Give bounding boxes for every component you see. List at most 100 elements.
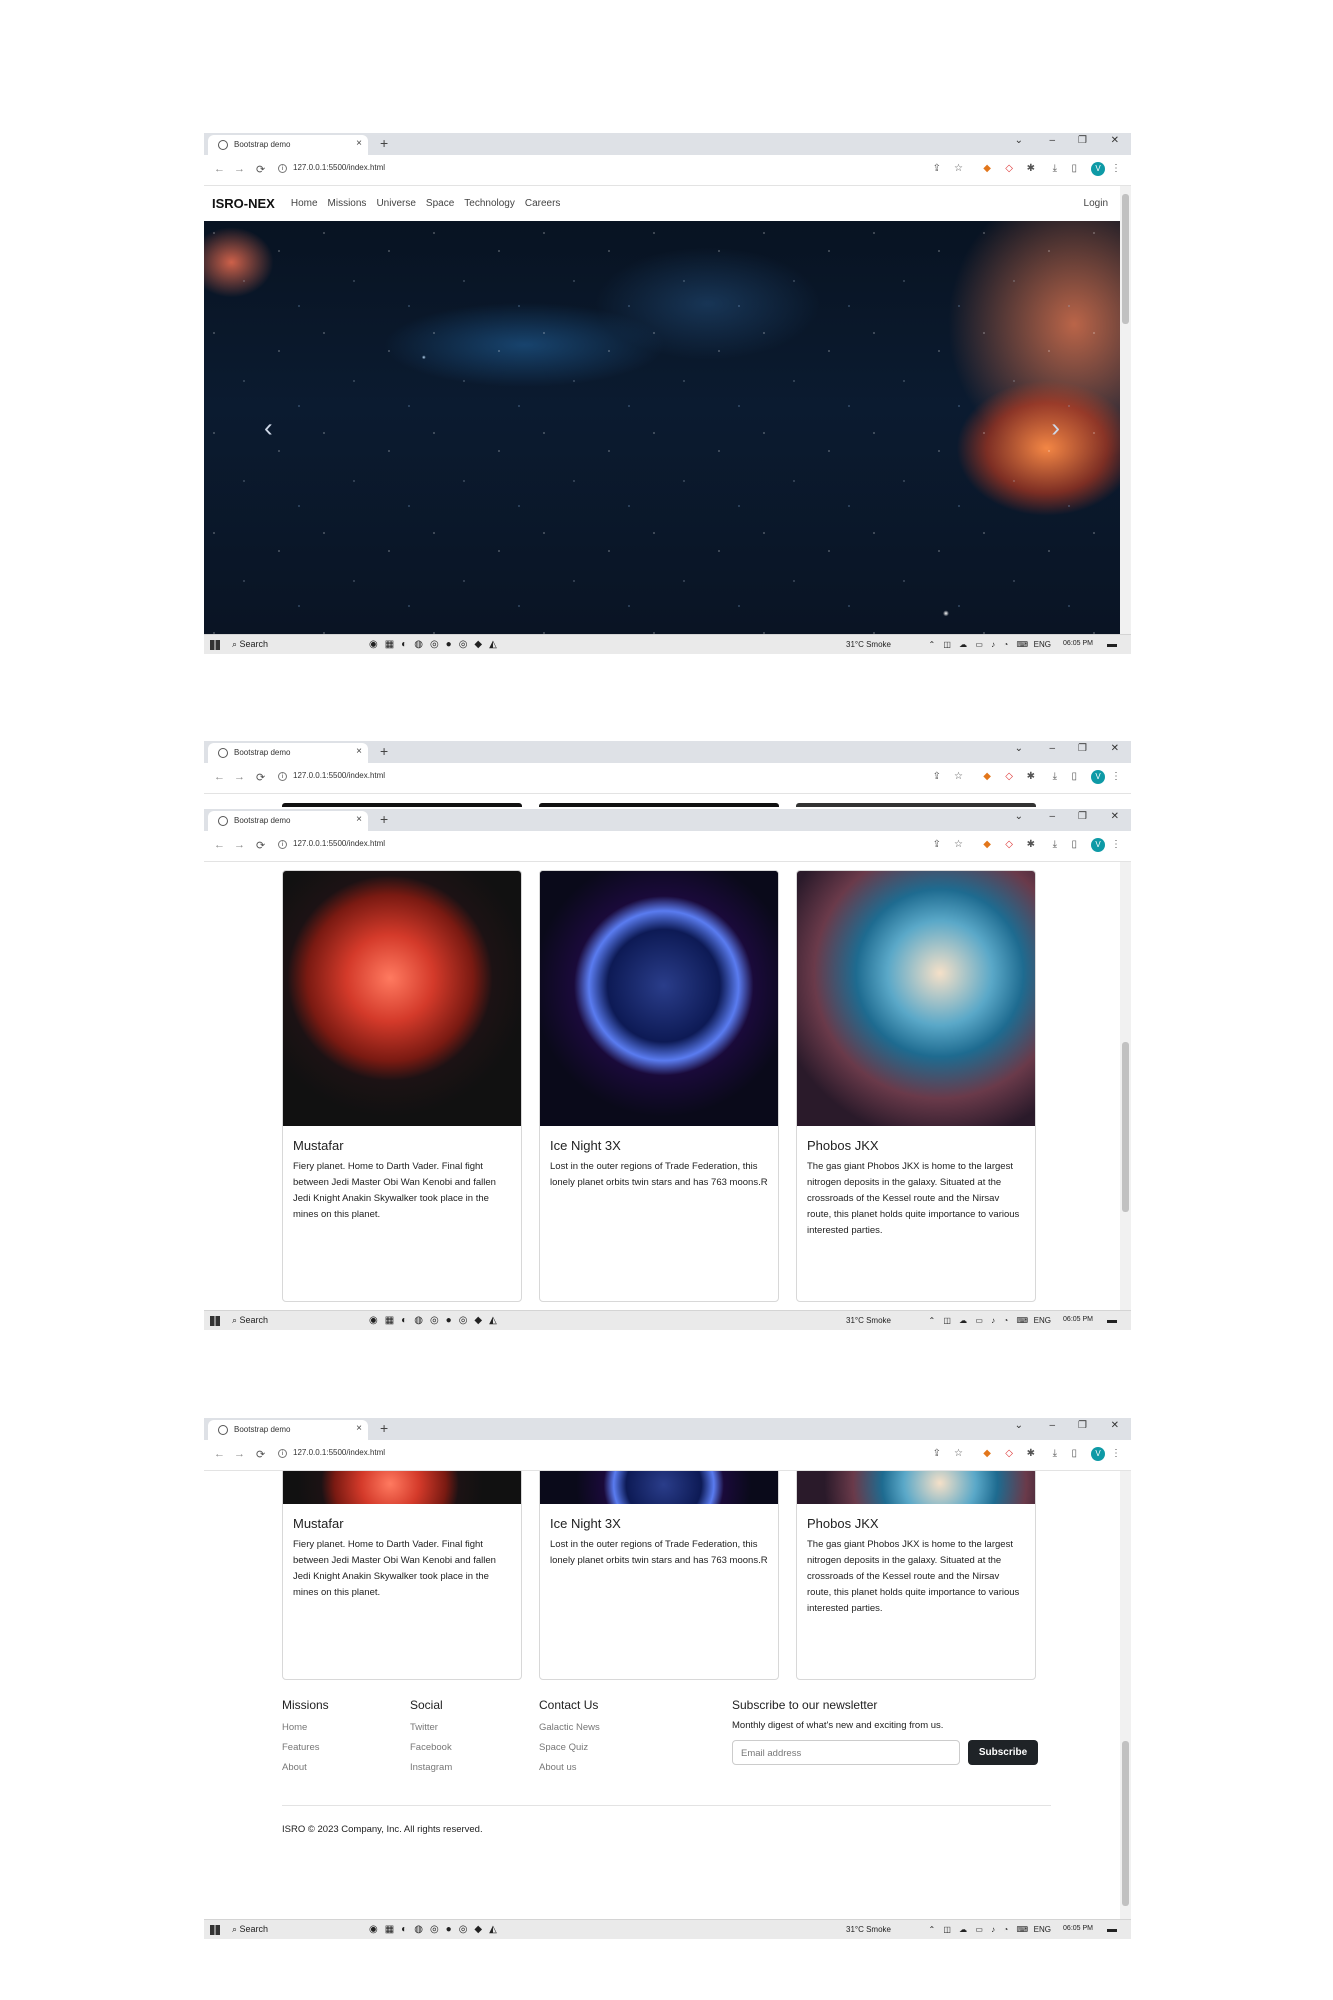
forward-icon[interactable]: →: [234, 163, 245, 175]
scrollbar-thumb[interactable]: [1122, 1741, 1129, 1906]
share-icon[interactable]: ⇪: [933, 839, 941, 850]
address-bar[interactable]: i 127.0.0.1:5500/index.html: [278, 163, 385, 173]
weather-widget[interactable]: 31°C Smoke: [846, 640, 891, 649]
browser-tab[interactable]: Bootstrap demo ×: [208, 1420, 368, 1440]
menu-icon[interactable]: ⋮: [1111, 839, 1121, 850]
extension-icon[interactable]: ◇: [1005, 163, 1013, 174]
reload-icon[interactable]: ⟳: [256, 1448, 265, 1461]
menu-icon[interactable]: ⋮: [1111, 771, 1121, 782]
taskbar-search[interactable]: ⌕ Search: [232, 1315, 268, 1326]
back-icon[interactable]: ←: [214, 771, 225, 783]
close-window-icon[interactable]: ✕: [1111, 743, 1119, 754]
taskbar-search[interactable]: ⌕ Search: [232, 1924, 268, 1935]
close-tab-icon[interactable]: ×: [356, 814, 362, 825]
taskbar-app-icons[interactable]: ◉▦◐◍◎●◎◆◭: [369, 1315, 504, 1326]
address-bar[interactable]: i 127.0.0.1:5500/index.html: [278, 771, 385, 781]
footer-link-facebook[interactable]: Facebook: [410, 1742, 452, 1753]
new-tab-icon[interactable]: +: [380, 743, 388, 759]
taskbar-search[interactable]: ⌕ Search: [232, 639, 268, 650]
weather-widget[interactable]: 31°C Smoke: [846, 1925, 891, 1934]
download-icon[interactable]: ⤓: [1053, 839, 1057, 850]
back-icon[interactable]: ←: [214, 163, 225, 175]
notification-icon[interactable]: ▬: [1107, 1315, 1117, 1326]
card-phobos[interactable]: Phobos JKX The gas giant Phobos JKX is h…: [796, 870, 1036, 1302]
clock[interactable]: 06:05 PM: [1063, 1316, 1093, 1323]
nav-space[interactable]: Space: [426, 198, 454, 209]
back-icon[interactable]: ←: [214, 1448, 225, 1460]
restore-icon[interactable]: ❐: [1078, 811, 1087, 822]
puzzle-icon[interactable]: ✱: [1027, 1448, 1035, 1459]
brand-logo[interactable]: ISRO-NEX: [212, 196, 275, 211]
minimize-icon[interactable]: –: [1049, 135, 1055, 146]
clock[interactable]: 06:05 PM: [1063, 1925, 1093, 1932]
reload-icon[interactable]: ⟳: [256, 839, 265, 852]
tab-search-icon[interactable]: ⌄: [1015, 1420, 1023, 1431]
puzzle-icon[interactable]: ✱: [1027, 771, 1035, 782]
share-icon[interactable]: ⇪: [933, 163, 941, 174]
close-window-icon[interactable]: ✕: [1111, 135, 1119, 146]
nav-missions[interactable]: Missions: [328, 198, 367, 209]
sidepanel-icon[interactable]: ▯: [1071, 163, 1077, 174]
menu-icon[interactable]: ⋮: [1111, 163, 1121, 174]
fox-extension-icon[interactable]: ◆: [983, 771, 991, 782]
star-icon[interactable]: ☆: [954, 1448, 963, 1459]
share-icon[interactable]: ⇪: [933, 771, 941, 782]
restore-icon[interactable]: ❐: [1078, 743, 1087, 754]
nav-technology[interactable]: Technology: [464, 198, 515, 209]
taskbar-app-icons[interactable]: ◉▦◐◍◎●◎◆◭: [369, 1924, 504, 1935]
reload-icon[interactable]: ⟳: [256, 163, 265, 176]
card-phobos[interactable]: Phobos JKX The gas giant Phobos JKX is h…: [796, 1471, 1036, 1680]
system-tray-icons[interactable]: ⌃ ◫ ☁ ▭ ♪ ◔ ⌨: [928, 1925, 1031, 1934]
scrollbar-thumb[interactable]: [1122, 1042, 1129, 1212]
footer-link-galactic-news[interactable]: Galactic News: [539, 1722, 600, 1733]
fox-extension-icon[interactable]: ◆: [983, 1448, 991, 1459]
restore-icon[interactable]: ❐: [1078, 135, 1087, 146]
back-icon[interactable]: ←: [214, 839, 225, 851]
fox-extension-icon[interactable]: ◆: [983, 839, 991, 850]
sidepanel-icon[interactable]: ▯: [1071, 1448, 1077, 1459]
close-tab-icon[interactable]: ×: [356, 1423, 362, 1434]
card-ice-night[interactable]: Ice Night 3X Lost in the outer regions o…: [539, 1471, 779, 1680]
scrollbar[interactable]: [1120, 1471, 1131, 1919]
tab-search-icon[interactable]: ⌄: [1015, 135, 1023, 146]
minimize-icon[interactable]: –: [1049, 1420, 1055, 1431]
profile-avatar[interactable]: V: [1091, 838, 1105, 852]
new-tab-icon[interactable]: +: [380, 811, 388, 827]
tab-search-icon[interactable]: ⌄: [1015, 811, 1023, 822]
close-tab-icon[interactable]: ×: [356, 138, 362, 149]
weather-widget[interactable]: 31°C Smoke: [846, 1316, 891, 1325]
download-icon[interactable]: ⤓: [1053, 163, 1057, 174]
browser-tab[interactable]: Bootstrap demo ×: [208, 811, 368, 831]
star-icon[interactable]: ☆: [954, 839, 963, 850]
login-link[interactable]: Login: [1084, 198, 1108, 209]
scrollbar[interactable]: [1120, 862, 1131, 1310]
nav-home[interactable]: Home: [291, 198, 318, 209]
notification-icon[interactable]: ▬: [1107, 1924, 1117, 1935]
extension-icon[interactable]: ◇: [1005, 1448, 1013, 1459]
taskbar-app-icons[interactable]: ◉▦◐◍◎●◎◆◭: [369, 639, 504, 650]
minimize-icon[interactable]: –: [1049, 743, 1055, 754]
language-indicator[interactable]: ENG: [1034, 640, 1051, 649]
restore-icon[interactable]: ❐: [1078, 1420, 1087, 1431]
forward-icon[interactable]: →: [234, 771, 245, 783]
nav-universe[interactable]: Universe: [376, 198, 415, 209]
language-indicator[interactable]: ENG: [1034, 1925, 1051, 1934]
browser-tab[interactable]: Bootstrap demo ×: [208, 743, 368, 763]
extension-icon[interactable]: ◇: [1005, 771, 1013, 782]
star-icon[interactable]: ☆: [954, 163, 963, 174]
address-bar[interactable]: i 127.0.0.1:5500/index.html: [278, 1448, 385, 1458]
address-bar[interactable]: i 127.0.0.1:5500/index.html: [278, 839, 385, 849]
puzzle-icon[interactable]: ✱: [1027, 163, 1035, 174]
scrollbar[interactable]: [1120, 186, 1131, 634]
card-mustafar[interactable]: Mustafar Fiery planet. Home to Darth Vad…: [282, 870, 522, 1302]
email-input[interactable]: Email address: [732, 1740, 960, 1765]
share-icon[interactable]: ⇪: [933, 1448, 941, 1459]
new-tab-icon[interactable]: +: [380, 1420, 388, 1436]
profile-avatar[interactable]: V: [1091, 162, 1105, 176]
download-icon[interactable]: ⤓: [1053, 771, 1057, 782]
extension-icon[interactable]: ◇: [1005, 839, 1013, 850]
carousel-prev-icon[interactable]: ‹: [264, 412, 273, 443]
forward-icon[interactable]: →: [234, 839, 245, 851]
subscribe-button[interactable]: Subscribe: [968, 1740, 1038, 1765]
footer-link-features[interactable]: Features: [282, 1742, 329, 1753]
